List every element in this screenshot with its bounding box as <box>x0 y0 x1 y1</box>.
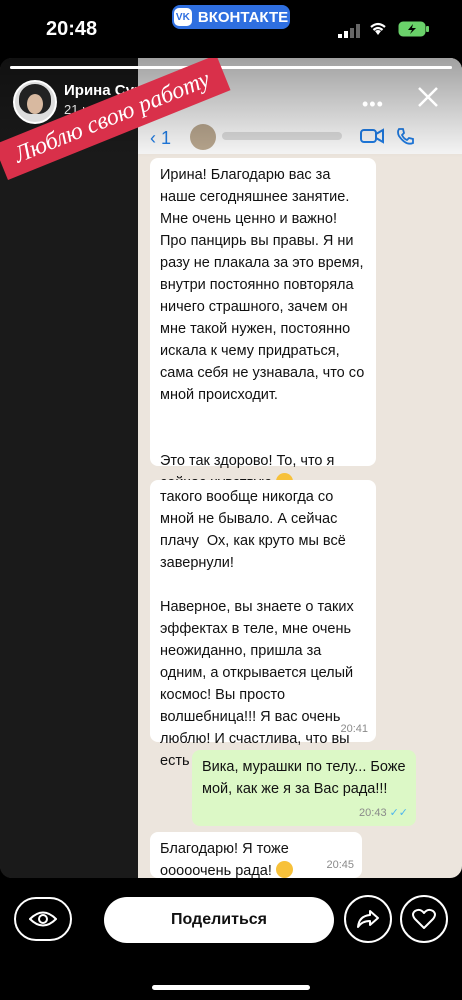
message-text: Благодарю! Я тоже ооооочень рада! <box>160 841 293 878</box>
message-incoming: Благодарю! Я тоже ооооочень рада! 20:45 <box>150 832 362 878</box>
message-time-wrap: 20:43 ✓✓ <box>359 802 408 824</box>
share-arrow-icon <box>357 910 379 928</box>
message-outgoing: Вика, мурашки по телу... Боже мой, как ж… <box>192 750 416 826</box>
message-incoming: такого вообще никогда со мной не бывало.… <box>150 480 376 769</box>
vk-pill-label: ВКОНТАКТЕ <box>197 8 289 26</box>
views-button[interactable] <box>14 897 72 941</box>
read-ticks-icon: ✓✓ <box>389 807 408 819</box>
message-time: 20:43 <box>359 807 387 819</box>
status-time: 20:48 <box>46 18 98 40</box>
signal-icon <box>338 24 360 38</box>
author-avatar[interactable] <box>13 80 57 124</box>
eye-icon <box>29 911 57 927</box>
vk-app-pill[interactable]: VK ВКОНТАКТЕ <box>172 5 290 29</box>
wifi-icon <box>370 22 386 35</box>
message-text: Ирина! Благодарю вас за наше сегодняшнее… <box>160 167 365 491</box>
vk-logo-icon: VK <box>173 8 192 26</box>
story-viewer[interactable]: ‹ 1 Ирина Сумм 21 июн 2022 ••• Люблю сво… <box>0 58 462 878</box>
heart-icon <box>412 908 436 929</box>
like-button[interactable] <box>400 895 448 943</box>
message-time: 20:41 <box>340 723 368 735</box>
share-button[interactable]: Поделиться <box>104 897 334 943</box>
story-progress <box>10 66 452 69</box>
message-incoming: Ирина! Благодарю вас за наше сегодняшнее… <box>150 158 376 491</box>
hug-emoji-icon <box>275 861 293 878</box>
repost-button[interactable] <box>344 895 392 943</box>
status-bar: 20:48 VK ВКОНТАКТЕ <box>0 0 462 58</box>
message-time: 20:45 <box>326 859 354 871</box>
close-icon[interactable] <box>416 85 440 109</box>
more-icon[interactable]: ••• <box>362 94 384 115</box>
story-background <box>0 58 138 878</box>
battery-icon <box>398 21 429 37</box>
message-text: такого вообще никогда со мной не бывало.… <box>160 489 354 769</box>
home-indicator <box>152 985 310 990</box>
message-text: Вика, мурашки по телу... Боже мой, как ж… <box>202 759 410 797</box>
